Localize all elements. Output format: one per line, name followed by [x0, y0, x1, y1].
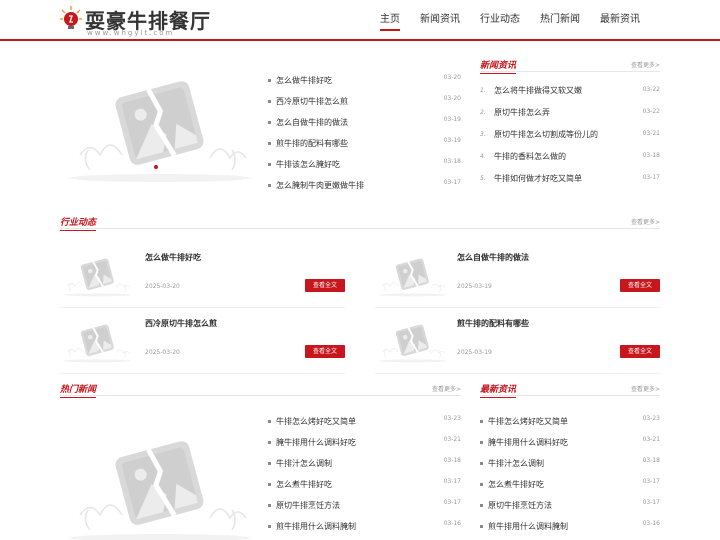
list-item[interactable]: 牛排汁怎么调制 03-18 — [480, 457, 660, 478]
more-link[interactable]: 查看更多> — [631, 384, 660, 393]
bullet-icon — [268, 504, 271, 507]
bullet-icon — [480, 525, 483, 528]
list-item[interactable]: 4. 牛排的香料怎么做的 03-18 — [480, 150, 660, 172]
card-date: 2025-03-19 — [457, 283, 492, 290]
bullet-icon — [268, 420, 271, 423]
bullet-icon — [268, 184, 271, 187]
card-date: 2025-03-19 — [457, 349, 492, 356]
industry-card: 西冷原切牛排怎么煎 2025-03-20 查看全文 — [60, 308, 345, 374]
read-more-button[interactable]: 查看全文 — [620, 279, 660, 292]
top-article-list: 怎么做牛排好吃 03-20 西冷原切牛排怎么煎 03-20 怎么自做牛排的做法 03-… — [268, 74, 461, 200]
bullet-icon — [268, 525, 271, 528]
bullet-icon — [480, 441, 483, 444]
bullet-icon — [480, 420, 483, 423]
list-item[interactable]: 腌牛排用什么调料好吃 03-21 — [480, 436, 660, 457]
list-item[interactable]: 西冷原切牛排怎么煎 03-20 — [268, 95, 461, 116]
bullet-icon — [268, 163, 271, 166]
card-thumbnail[interactable] — [60, 250, 135, 300]
list-item[interactable]: 2. 原切牛排怎么弄 03-22 — [480, 106, 660, 128]
card-title[interactable]: 怎么自做牛排的做法 — [457, 252, 529, 263]
list-item[interactable]: 怎么做牛排好吃 03-20 — [268, 74, 461, 95]
carousel-dot-active[interactable] — [154, 165, 158, 169]
section-title: 热门新闻 — [60, 382, 97, 398]
bullet-icon — [268, 483, 271, 486]
section-title: 行业动态 — [60, 215, 97, 231]
nav-news[interactable]: 新闻资讯 — [410, 0, 470, 39]
banner-image[interactable] — [60, 60, 260, 190]
site-header: 耍豪牛排餐厅 www.whgylt.com 主页 新闻资讯 行业动态 热门新闻 … — [0, 0, 720, 41]
list-item[interactable]: 原切牛排烹饪方法 03-17 — [268, 499, 461, 520]
card-date: 2025-03-20 — [145, 349, 180, 356]
bullet-icon — [480, 504, 483, 507]
card-thumbnail[interactable] — [375, 316, 450, 366]
news-section-header: 新闻资讯 查看更多> — [480, 58, 660, 74]
section-title: 最新资讯 — [480, 382, 517, 398]
list-item[interactable]: 牛排怎么烤好吃又简单 03-23 — [480, 415, 660, 436]
main-nav: 主页 新闻资讯 行业动态 热门新闻 最新资讯 — [370, 0, 650, 39]
bullet-icon — [268, 441, 271, 444]
list-item[interactable]: 煎牛排的配料有哪些 03-19 — [268, 137, 461, 158]
card-thumbnail[interactable] — [375, 250, 450, 300]
nav-industry[interactable]: 行业动态 — [470, 0, 530, 39]
hot-section-header: 热门新闻 查看更多> — [60, 382, 461, 398]
bullet-icon — [268, 462, 271, 465]
list-item[interactable]: 原切牛排烹饪方法 03-17 — [480, 499, 660, 520]
news-list: 1. 怎么将牛排做得又软又嫩 03-22 2. 原切牛排怎么弄 03-22 3. 原切牛排… — [480, 84, 660, 194]
list-item[interactable]: 腌牛排用什么调料好吃 03-21 — [268, 436, 461, 457]
nav-latest[interactable]: 最新资讯 — [590, 0, 650, 39]
read-more-button[interactable]: 查看全文 — [305, 279, 345, 292]
list-item[interactable]: 牛排该怎么腌好吃 03-18 — [268, 158, 461, 179]
bullet-icon — [480, 483, 483, 486]
list-item[interactable]: 怎么煮牛排好吃 03-17 — [480, 478, 660, 499]
logo-url: www.whgylt.com — [87, 29, 175, 37]
read-more-button[interactable]: 查看全文 — [305, 345, 345, 358]
lightbulb-icon — [60, 6, 82, 29]
list-item[interactable]: 3. 原切牛排怎么切割成等份儿的 03-21 — [480, 128, 660, 150]
industry-card: 煎牛排的配料有哪些 2025-03-19 查看全文 — [375, 308, 660, 374]
latest-section-header: 最新资讯 查看更多> — [480, 382, 660, 398]
list-item[interactable]: 1. 怎么将牛排做得又软又嫩 03-22 — [480, 84, 660, 106]
list-item[interactable]: 怎么煮牛排好吃 03-17 — [268, 478, 461, 499]
list-item[interactable]: 5. 牛排如何做才好吃又简单 03-17 — [480, 172, 660, 194]
more-link[interactable]: 查看更多> — [631, 60, 660, 69]
bullet-icon — [268, 121, 271, 124]
bullet-icon — [268, 79, 271, 82]
hot-news-image[interactable] — [60, 420, 260, 540]
hot-news-list: 牛排怎么烤好吃又简单 03-23 腌牛排用什么调料好吃 03-21 牛排汁怎么调制 0… — [268, 415, 461, 540]
site-logo[interactable]: 耍豪牛排餐厅 www.whgylt.com — [60, 5, 210, 37]
more-link[interactable]: 查看更多> — [631, 217, 660, 226]
list-item[interactable]: 煎牛排用什么调料腌制 03-16 — [480, 520, 660, 540]
industry-card: 怎么自做牛排的做法 2025-03-19 查看全文 — [375, 242, 660, 308]
industry-section-header: 行业动态 查看更多> — [60, 215, 660, 231]
list-item[interactable]: 牛排怎么烤好吃又简单 03-23 — [268, 415, 461, 436]
list-item[interactable]: 煎牛排用什么调料腌制 03-16 — [268, 520, 461, 540]
bullet-icon — [268, 100, 271, 103]
list-item[interactable]: 怎么腌制牛肉更嫩做牛排 03-17 — [268, 179, 461, 200]
bullet-icon — [268, 142, 271, 145]
card-thumbnail[interactable] — [60, 316, 135, 366]
bullet-icon — [480, 462, 483, 465]
read-more-button[interactable]: 查看全文 — [620, 345, 660, 358]
list-item[interactable]: 怎么自做牛排的做法 03-19 — [268, 116, 461, 137]
industry-card: 怎么做牛排好吃 2025-03-20 查看全文 — [60, 242, 345, 308]
latest-news-list: 牛排怎么烤好吃又简单 03-23 腌牛排用什么调料好吃 03-21 牛排汁怎么调制 0… — [480, 415, 660, 540]
list-item[interactable]: 牛排汁怎么调制 03-18 — [268, 457, 461, 478]
card-date: 2025-03-20 — [145, 283, 180, 290]
card-title[interactable]: 煎牛排的配料有哪些 — [457, 318, 529, 329]
card-title[interactable]: 怎么做牛排好吃 — [145, 252, 201, 263]
nav-hot[interactable]: 热门新闻 — [530, 0, 590, 39]
card-title[interactable]: 西冷原切牛排怎么煎 — [145, 318, 217, 329]
nav-home[interactable]: 主页 — [370, 0, 410, 39]
more-link[interactable]: 查看更多> — [432, 384, 461, 393]
section-title: 新闻资讯 — [480, 58, 517, 74]
